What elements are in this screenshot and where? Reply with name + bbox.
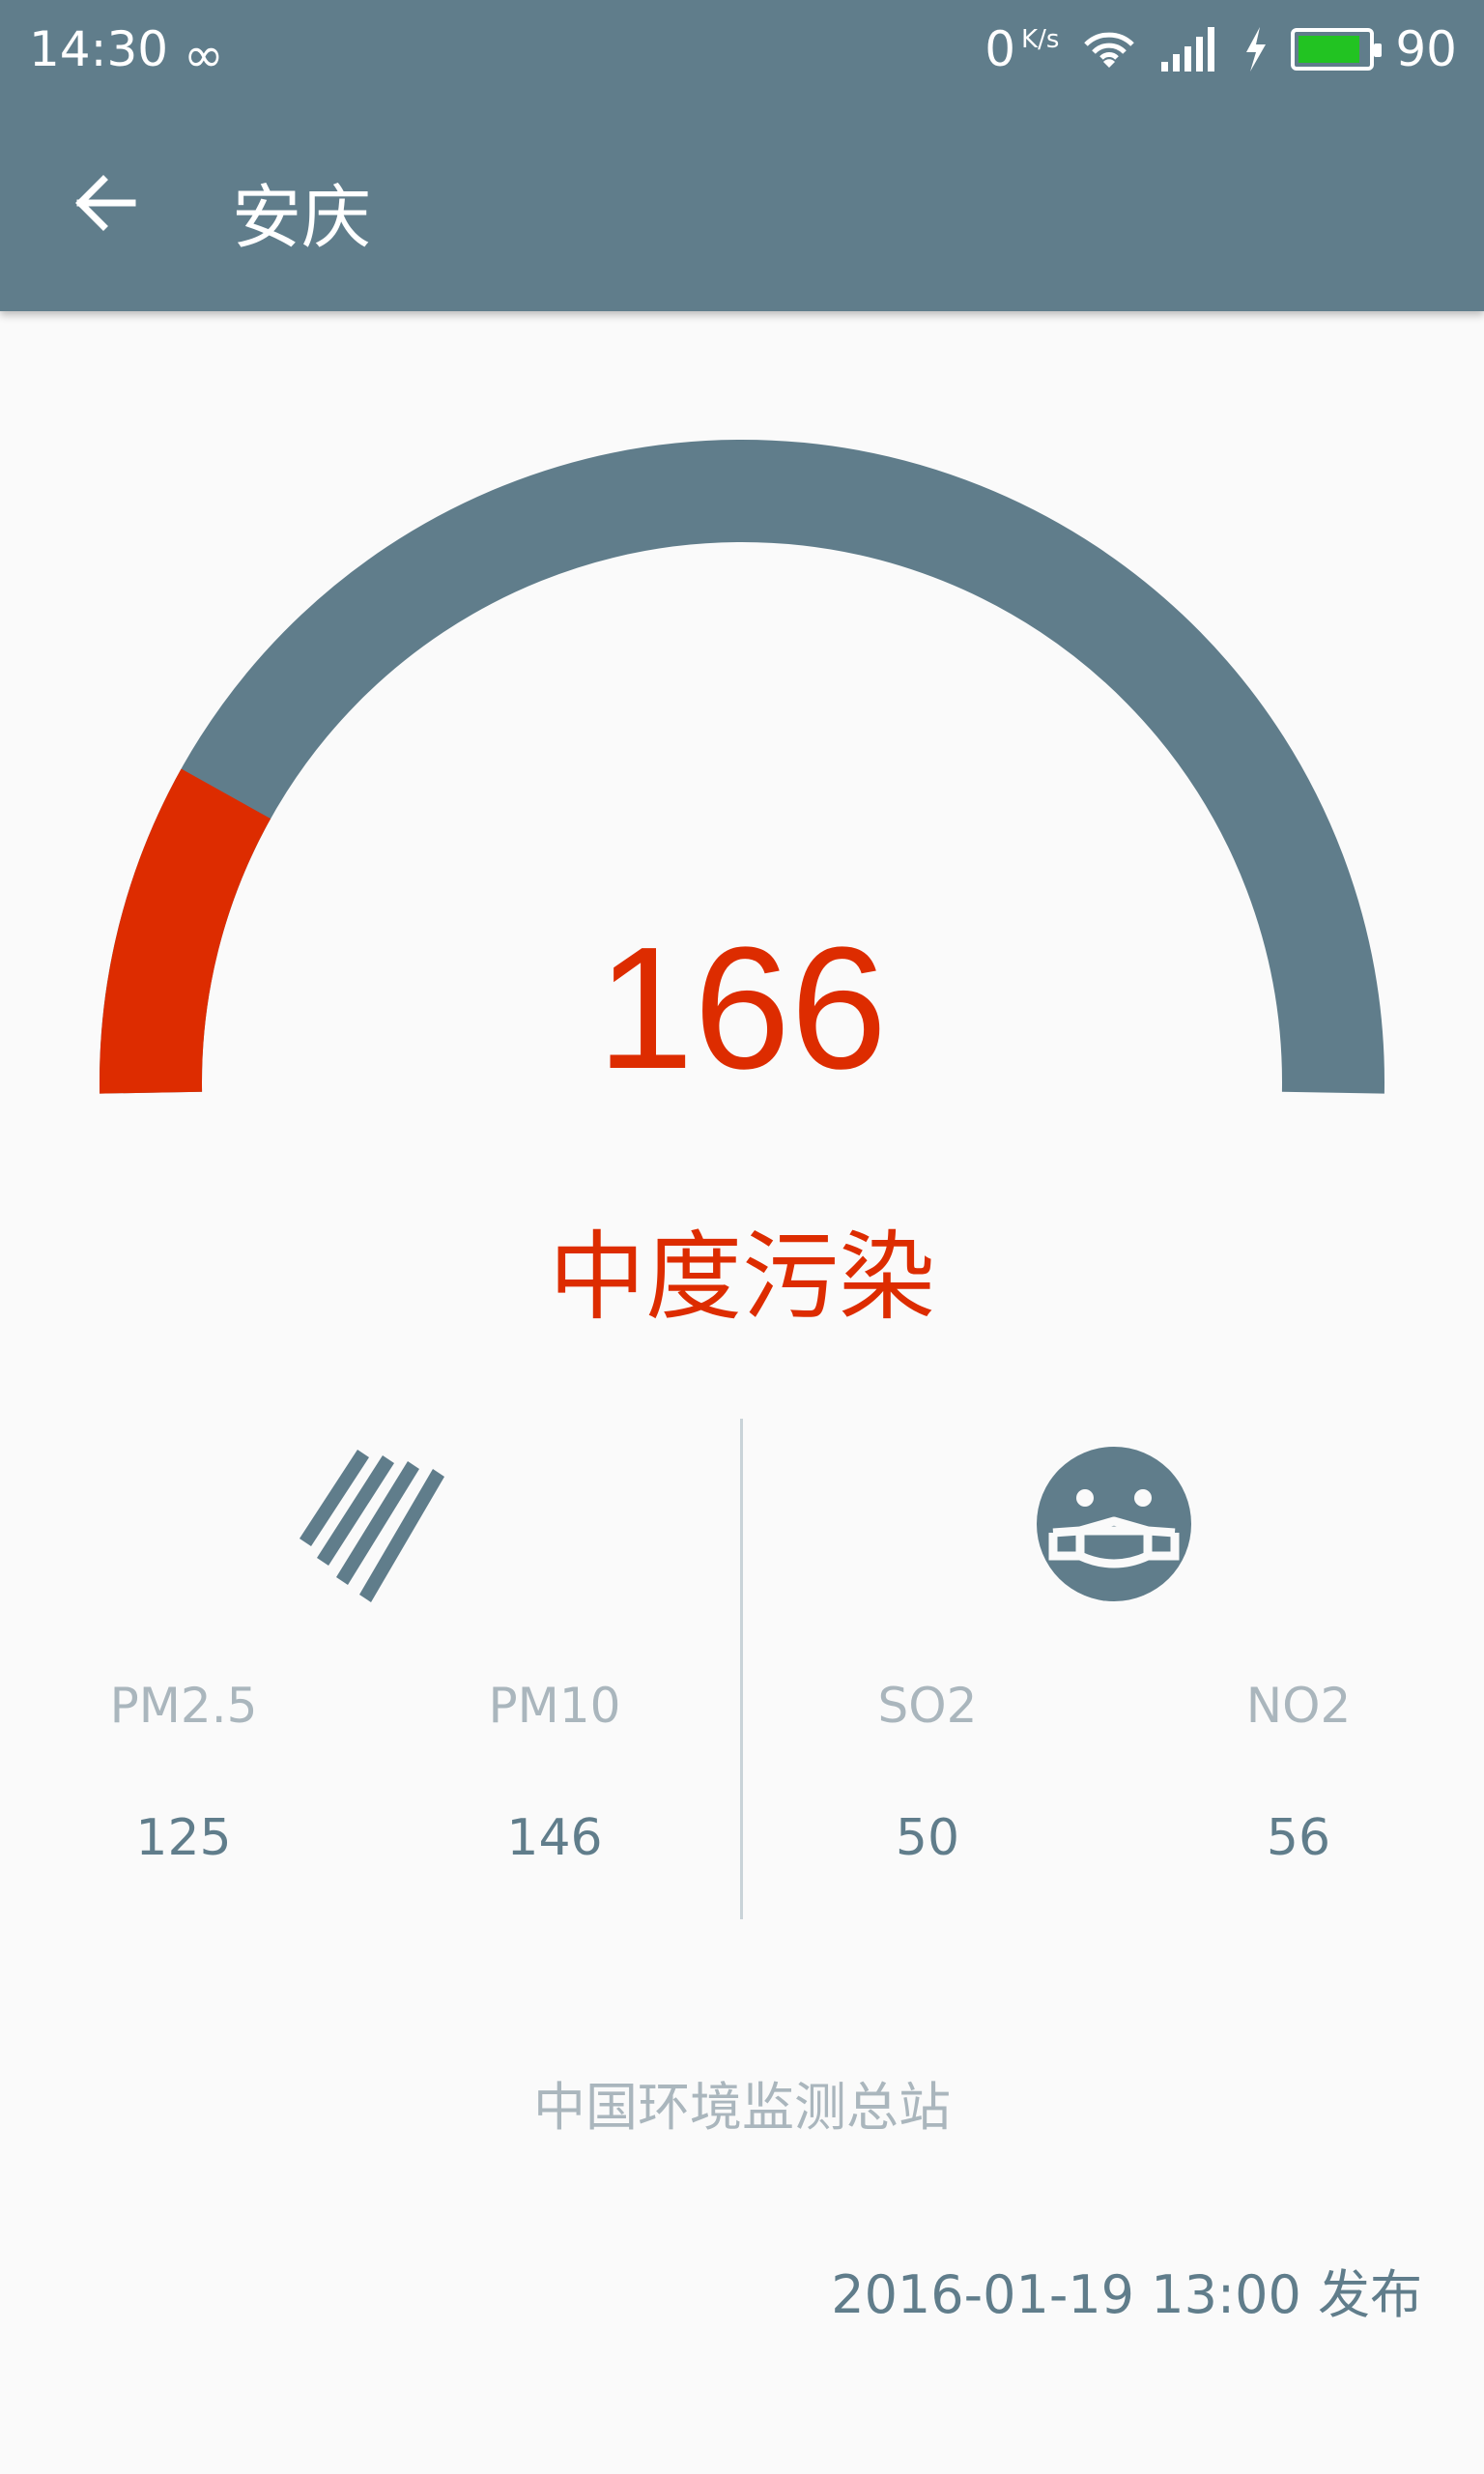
battery-icon [1291,28,1383,71]
app-header: 14:30 ∞ 0 K/s 90 安庆 [0,0,1484,311]
so2-label: SO2 [877,1678,978,1734]
network-speed-unit: K/s [1021,25,1060,54]
pm25-label: PM2.5 [109,1678,258,1734]
battery-text: 90 [1395,21,1457,77]
network-speed-value: 0 [985,21,1016,77]
no2-value: 56 [1266,1809,1331,1867]
back-button[interactable] [58,155,155,251]
toolbar: 安庆 [0,97,1484,311]
aqi-value: 166 [596,911,888,1106]
status-bar: 14:30 ∞ 0 K/s 90 [0,0,1484,97]
so2-value: 50 [895,1809,960,1867]
page-title: 安庆 [232,177,372,258]
network-speed: 0 K/s [985,21,1059,77]
charging-icon [1246,27,1267,72]
status-right: 0 K/s 90 [985,21,1457,77]
no2-label: NO2 [1245,1678,1352,1734]
battery-fill [1298,36,1360,63]
data-source: 中国环境监测总站 [533,2077,951,2138]
particles-icon [300,1450,444,1602]
section-divider [740,1419,743,1919]
status-time: 14:30 [29,21,169,77]
pm10-value: 146 [506,1809,603,1867]
mask-face-icon [1037,1447,1191,1601]
publish-time: 2016-01-19 13:00 发布 [831,2264,1422,2325]
infinity-icon: ∞ [184,27,224,83]
pm10-label: PM10 [488,1678,621,1734]
arrow-left-icon [75,175,136,231]
signal-icon [1161,27,1215,72]
pm25-value: 125 [135,1809,232,1867]
wifi-icon [1084,32,1135,68]
aqi-level: 中度污染 [549,1221,935,1334]
